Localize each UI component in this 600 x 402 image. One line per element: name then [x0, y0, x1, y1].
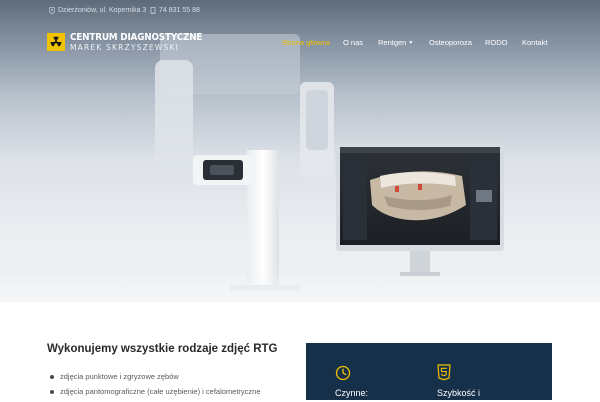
phone-icon	[150, 7, 156, 14]
html5-icon	[437, 364, 451, 381]
nav-item-contact[interactable]: Kontakt	[522, 38, 547, 47]
services-list: zdjęcia punktowe i zgryzowe zębów zdjęci…	[50, 372, 261, 402]
radiation-icon	[47, 33, 65, 51]
hero-banner: Dzierżoniów, ul. Kopernika 3 74 831 55 8…	[0, 0, 600, 302]
list-item: zdjęcia punktowe i zgryzowe zębów	[50, 372, 261, 387]
feature-label-speed: Szybkość i	[437, 388, 481, 398]
nav-item-home[interactable]: Strona główna	[282, 38, 330, 47]
section-title: Wykonujemy wszystkie rodzaje zdjęć RTG	[47, 343, 278, 355]
location-pin-icon	[49, 7, 55, 14]
nav-item-rodo[interactable]: RODO	[485, 38, 508, 47]
features-panel: Czynne: Szybkość i	[306, 343, 552, 400]
chevron-down-icon: ▼	[408, 40, 414, 46]
nav-item-osteoporoza[interactable]: Osteoporoza	[429, 38, 472, 47]
top-bar: Dzierżoniów, ul. Kopernika 3 74 831 55 8…	[0, 0, 600, 24]
hero-floor	[0, 270, 600, 302]
nav-item-about[interactable]: O nas	[343, 38, 363, 47]
logo-title: CENTRUM DIAGNOSTYCZNE	[70, 32, 203, 43]
clock-icon	[335, 365, 351, 381]
logo-subtitle: MAREK SKRZYSZEWSKI	[70, 42, 180, 52]
address-text: Dzierżoniów, ul. Kopernika 3	[58, 7, 147, 14]
phone-info[interactable]: 74 831 55 88	[150, 7, 200, 14]
feature-label-hours: Czynne:	[335, 388, 369, 398]
site-logo[interactable]: CENTRUM DIAGNOSTYCZNE MAREK SKRZYSZEWSKI	[47, 33, 212, 51]
address-info: Dzierżoniów, ul. Kopernika 3	[49, 7, 146, 14]
nav-item-rentgen-label: Rentgen	[378, 38, 407, 47]
phone-text[interactable]: 74 831 55 88	[159, 7, 200, 14]
nav-item-rentgen[interactable]: Rentgen ▼	[378, 38, 413, 47]
